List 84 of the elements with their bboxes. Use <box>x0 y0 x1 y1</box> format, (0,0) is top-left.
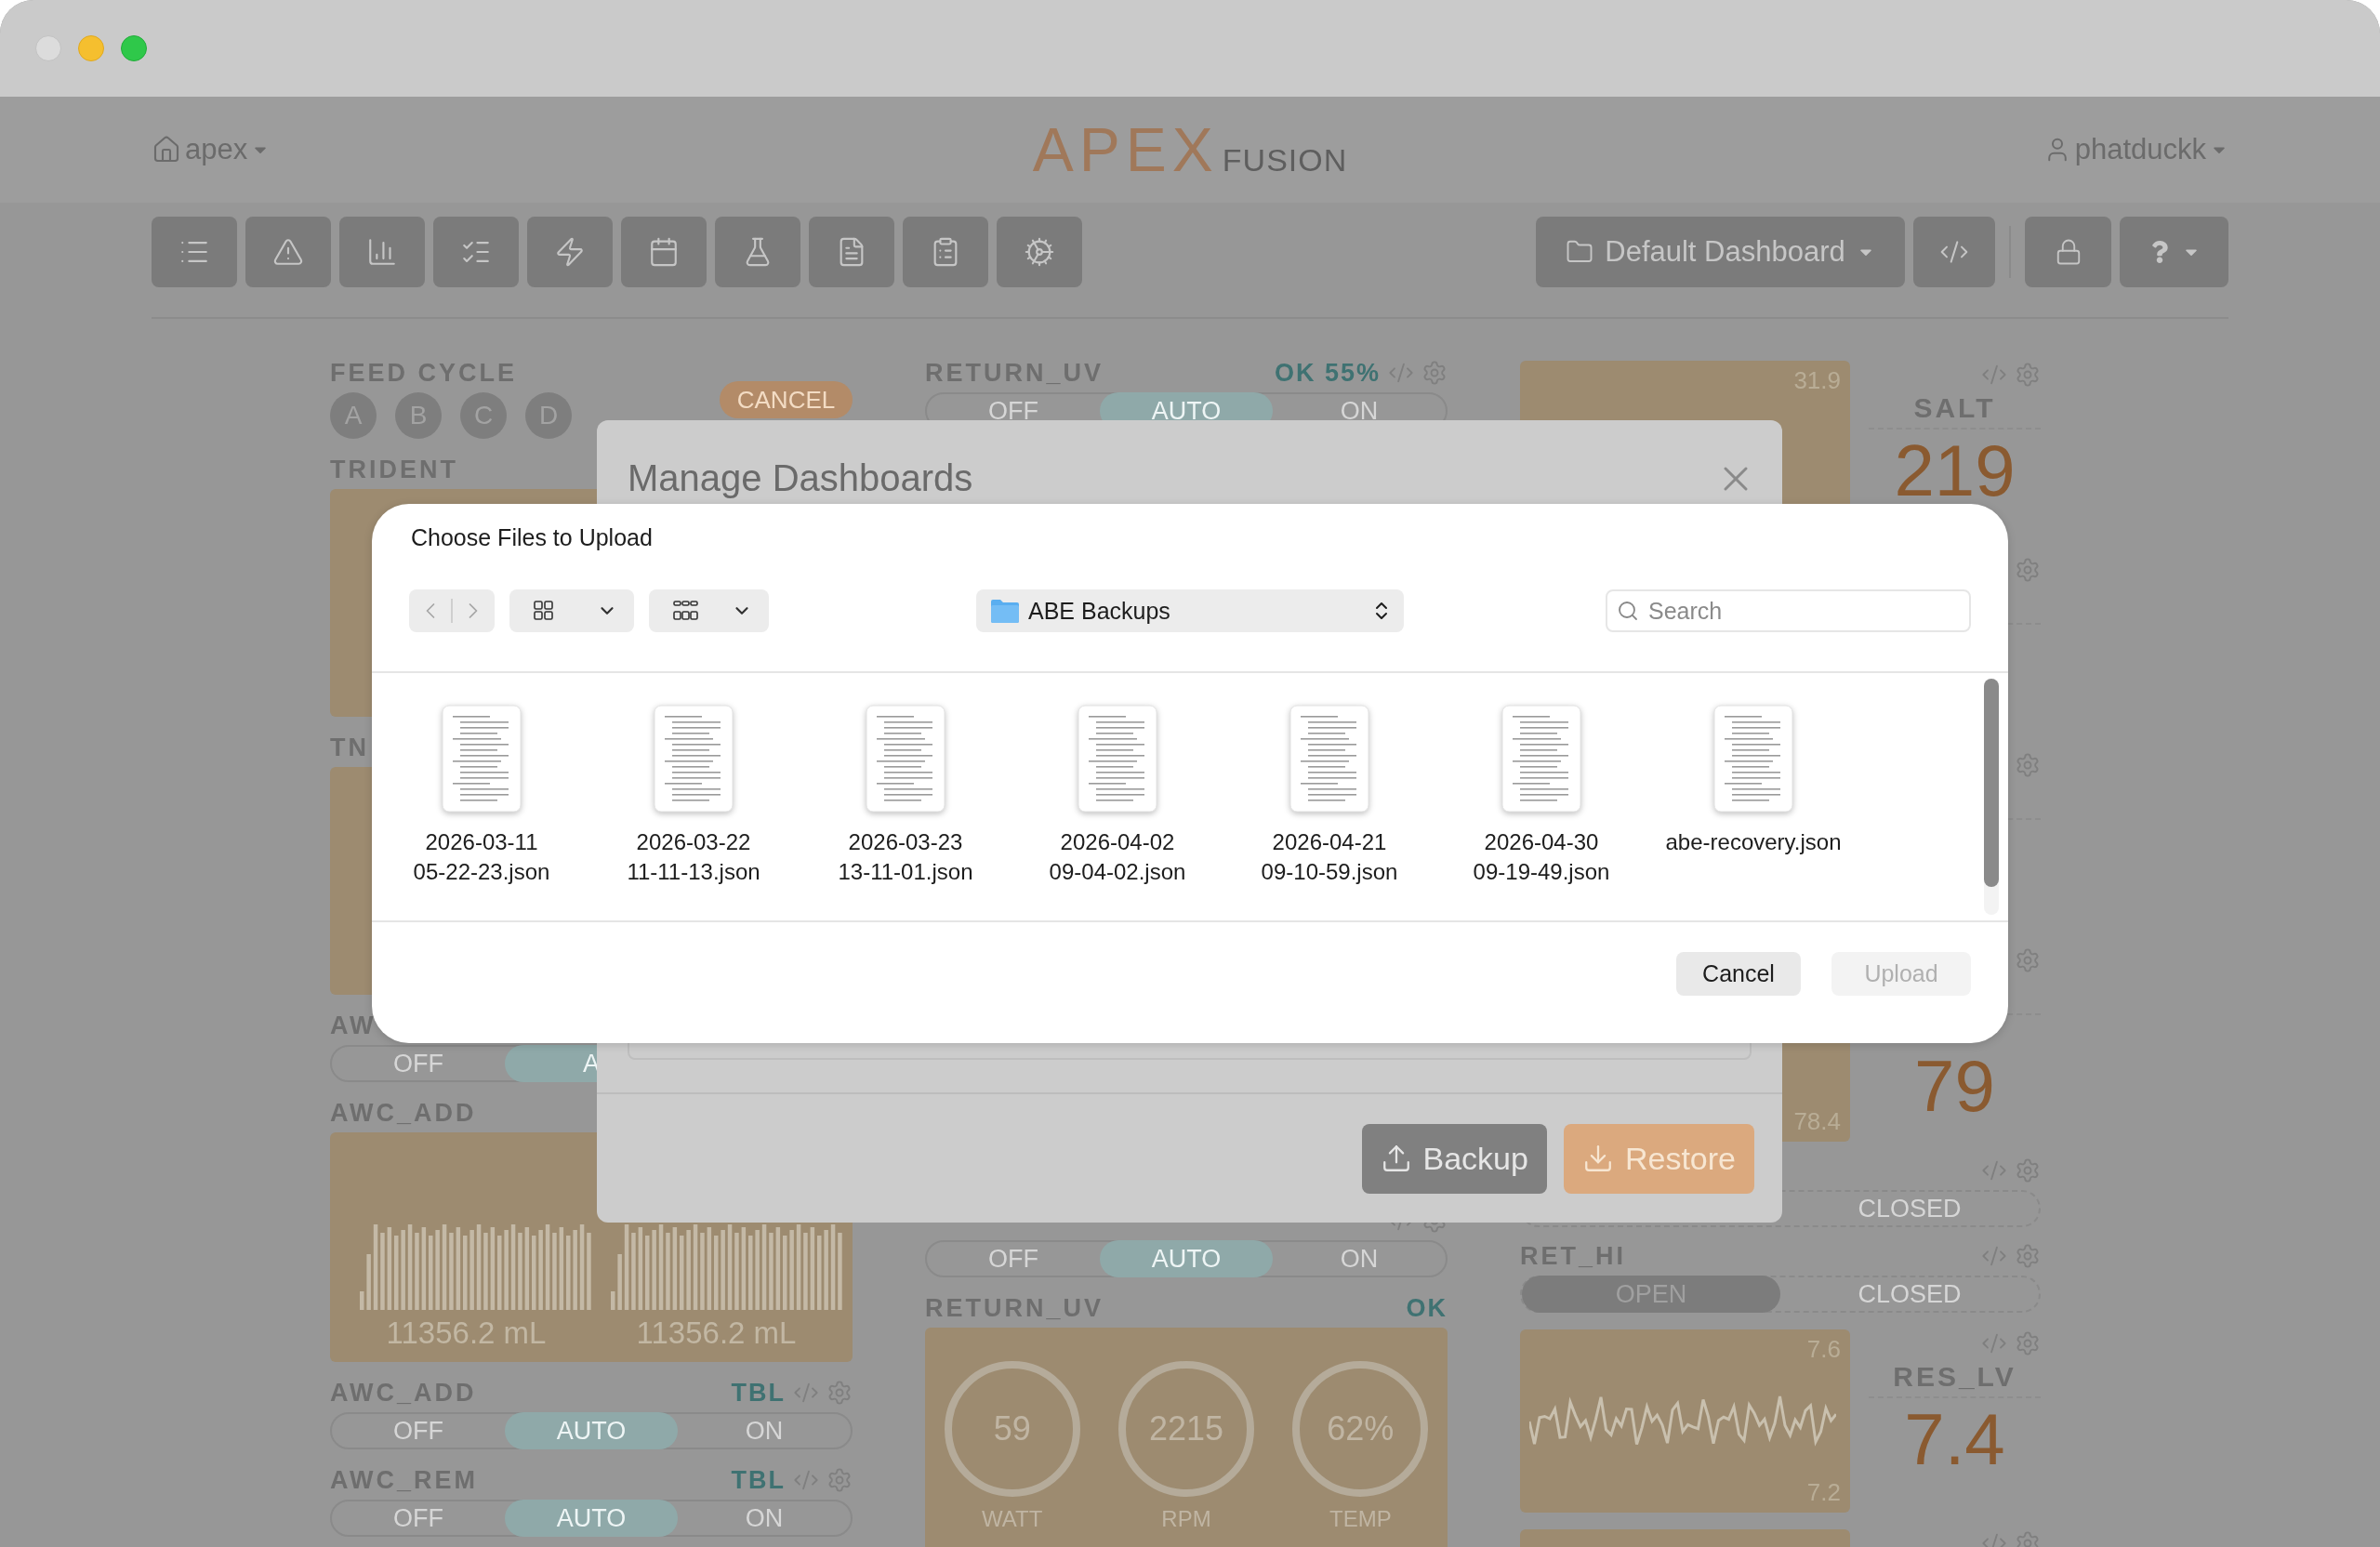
toggle-option[interactable]: OFF <box>332 1500 505 1537</box>
toggle-option[interactable]: OFF <box>332 1412 505 1449</box>
settings-icon[interactable] <box>2015 1157 2041 1183</box>
document-icon[interactable] <box>866 705 945 813</box>
minimize-window-button[interactable] <box>78 35 104 61</box>
file-name[interactable]: 2026-04-30 09-19-49.json <box>1436 827 1646 887</box>
toolbar-button[interactable] <box>809 217 894 287</box>
backup-button[interactable]: Backup <box>1361 1123 1547 1194</box>
dialog-button[interactable]: Cancel <box>1676 951 1801 996</box>
toolbar-button[interactable] <box>339 217 425 287</box>
file-name[interactable]: 2026-04-21 09-10-59.json <box>1224 827 1435 887</box>
file-name[interactable]: 2026-03-11 05-22-23.json <box>377 827 587 887</box>
restore-button[interactable]: Restore <box>1563 1123 1754 1194</box>
settings-icon[interactable] <box>2015 1330 2041 1356</box>
lock-button[interactable] <box>2025 217 2111 287</box>
toolbar-button[interactable] <box>621 217 707 287</box>
toolbar-button[interactable] <box>152 217 237 287</box>
settings-icon[interactable] <box>2015 752 2041 778</box>
file-name[interactable]: abe-recovery.json <box>1648 827 1858 857</box>
file-name[interactable]: 2026-04-02 09-04-02.json <box>1012 827 1223 887</box>
toolbar-button[interactable] <box>245 217 331 287</box>
file-name[interactable]: 2026-03-22 11-11-13.json <box>588 827 799 887</box>
toggle-option[interactable]: OFF <box>927 1240 1100 1277</box>
help-button[interactable] <box>2120 217 2228 287</box>
chart-icon <box>366 236 398 268</box>
document-icon[interactable] <box>442 705 522 813</box>
gears-icon <box>1024 236 1055 268</box>
status-label: OK <box>1406 1293 1448 1323</box>
search-field[interactable]: Search <box>1606 589 1971 632</box>
group-view-icon <box>673 601 699 621</box>
location-popup[interactable]: ABE Backups <box>976 589 1404 632</box>
probe-value: 79 <box>1913 1049 1996 1123</box>
settings-icon[interactable] <box>826 1380 853 1406</box>
file-name[interactable]: 2026-03-23 13-11-01.json <box>800 827 1011 887</box>
settings-icon[interactable] <box>2015 947 2041 973</box>
toggle-option[interactable]: OFF <box>927 392 1100 430</box>
status-label: OK 55% <box>1274 358 1381 388</box>
zoom-window-button[interactable] <box>121 35 147 61</box>
probe-value: 219 <box>1893 433 2016 508</box>
toolbar-button[interactable] <box>715 217 800 287</box>
toggle-option[interactable]: ON <box>678 1412 851 1449</box>
settings-icon[interactable] <box>2015 557 2041 583</box>
warning-icon <box>272 236 304 268</box>
settings-icon[interactable] <box>2015 362 2041 388</box>
view-mode-button[interactable] <box>509 589 634 632</box>
icon-grid-icon <box>534 601 554 621</box>
search-icon <box>1617 600 1639 622</box>
cancel-feed-button[interactable]: CANCEL <box>720 381 853 418</box>
forward-button[interactable] <box>452 589 495 632</box>
toolbar-button[interactable] <box>433 217 519 287</box>
document-icon[interactable] <box>1501 705 1581 813</box>
status-label: TBL <box>731 1465 786 1495</box>
settings-icon[interactable] <box>1421 360 1448 386</box>
toolbar-button[interactable] <box>527 217 613 287</box>
close-window-button[interactable] <box>35 35 61 61</box>
settings-icon[interactable] <box>826 1467 853 1493</box>
dialog-title: Choose Files to Upload <box>410 523 654 552</box>
toggle-option[interactable]: AUTO <box>505 1412 678 1449</box>
code-button[interactable] <box>1913 217 1995 287</box>
toggle-option[interactable]: OFF <box>332 1045 505 1082</box>
home-icon <box>152 135 181 165</box>
folder-icon <box>989 598 1021 624</box>
toggle-option[interactable]: ON <box>678 1500 851 1537</box>
toggle-option[interactable]: ON <box>1273 392 1446 430</box>
status-label: TBL <box>731 1378 786 1408</box>
toolbar-button[interactable] <box>903 217 988 287</box>
app-logo: APEX FUSION <box>1032 114 1348 185</box>
toggle-option[interactable]: AUTO <box>1100 1240 1273 1277</box>
toggle-option[interactable]: AUTO <box>505 1500 678 1537</box>
document-icon[interactable] <box>1289 705 1369 813</box>
toolbar-button[interactable] <box>997 217 1082 287</box>
back-button[interactable] <box>409 589 452 632</box>
modal-title: Manage Dashboards <box>628 457 973 499</box>
toggle-option[interactable]: CLOSED <box>1780 1276 2039 1313</box>
settings-icon[interactable] <box>2015 1243 2041 1269</box>
probe-value: 7.4 <box>1903 1402 2006 1476</box>
group-button[interactable] <box>649 589 769 632</box>
dashboard-dropdown[interactable]: Default Dashboard <box>1536 217 1905 287</box>
toggle-option[interactable]: ON <box>1273 1240 1446 1277</box>
document-icon[interactable] <box>654 705 734 813</box>
calendar-icon <box>648 236 680 268</box>
document-icon[interactable] <box>1713 705 1793 813</box>
document-icon[interactable] <box>1078 705 1157 813</box>
lightning-icon <box>554 236 586 268</box>
